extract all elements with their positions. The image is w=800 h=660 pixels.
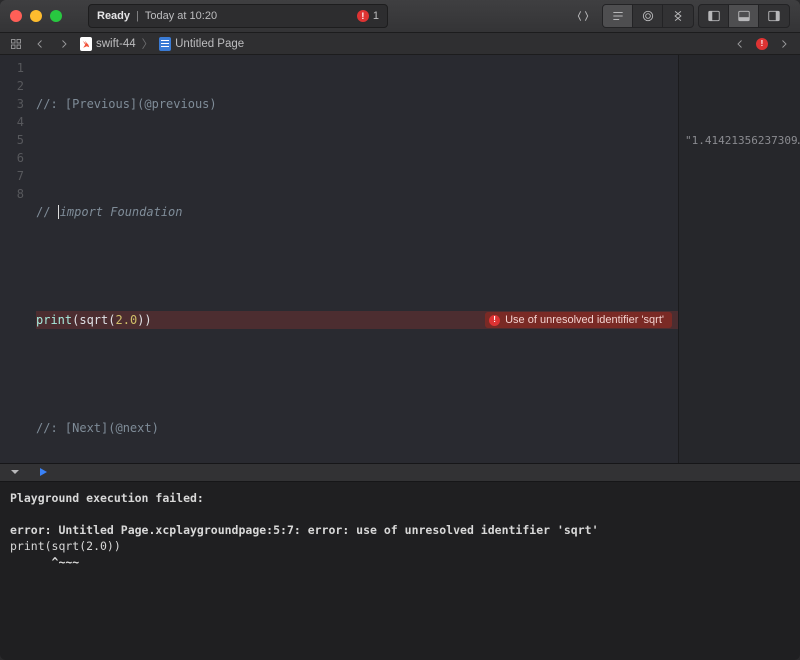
toolbar-right bbox=[568, 4, 790, 28]
status-error-count: 1 bbox=[373, 10, 379, 22]
toggle-debug-area-button[interactable] bbox=[729, 5, 759, 27]
minimize-window-button[interactable] bbox=[30, 10, 42, 22]
breadcrumb-project[interactable]: swift-44 bbox=[78, 37, 138, 51]
jump-bar: swift-44 〉 Untitled Page ! bbox=[0, 33, 800, 56]
prev-issue-button[interactable] bbox=[730, 35, 750, 53]
gutter-line: 2 bbox=[0, 77, 24, 95]
nav-back-button[interactable] bbox=[30, 35, 50, 53]
console-line: ^~~~ bbox=[10, 555, 79, 569]
xcode-window: Ready | Today at 10:20 ! 1 bbox=[0, 0, 800, 660]
panel-toggle-segmented bbox=[698, 4, 790, 28]
code-text: 2.0 bbox=[116, 311, 138, 329]
issue-indicator-icon[interactable]: ! bbox=[756, 38, 768, 50]
code-text: ( bbox=[72, 311, 79, 329]
nav-forward-button[interactable] bbox=[54, 35, 74, 53]
jump-bar-right: ! bbox=[730, 35, 794, 53]
gutter-line: 8 bbox=[0, 185, 24, 203]
code-text: // bbox=[36, 203, 58, 221]
breadcrumb-page[interactable]: Untitled Page bbox=[157, 37, 246, 51]
gutter-line: 4 bbox=[0, 113, 24, 131]
assistant-editor-button[interactable] bbox=[633, 5, 663, 27]
code-text: sqrt bbox=[79, 311, 108, 329]
gutter-line: 1 bbox=[0, 59, 24, 77]
inline-error-text: Use of unresolved identifier 'sqrt' bbox=[505, 311, 664, 329]
code-line-error[interactable]: print(sqrt(2.0)) ! Use of unresolved ide… bbox=[36, 311, 678, 329]
gutter-line: 7 bbox=[0, 167, 24, 185]
toggle-debug-dropdown[interactable] bbox=[6, 464, 24, 480]
breadcrumb-project-label: swift-44 bbox=[96, 38, 136, 50]
code-text: ( bbox=[108, 311, 115, 329]
code-text: //: [Next](@next) bbox=[36, 419, 159, 437]
gutter-line: 3 bbox=[0, 95, 24, 113]
result-value: "1.41421356237309… bbox=[685, 134, 800, 147]
code-snippets-button[interactable] bbox=[568, 5, 598, 27]
editor-mode-segmented bbox=[602, 4, 694, 28]
related-items-button[interactable] bbox=[6, 35, 26, 53]
console-line: print(sqrt(2.0)) bbox=[10, 539, 121, 553]
activity-status[interactable]: Ready | Today at 10:20 ! 1 bbox=[88, 4, 388, 28]
error-icon: ! bbox=[489, 315, 500, 326]
breadcrumb-separator: 〉 bbox=[142, 36, 154, 52]
gutter-line: 6 bbox=[0, 149, 24, 167]
page-file-icon bbox=[159, 37, 171, 51]
toggle-inspector-button[interactable] bbox=[759, 5, 789, 27]
zoom-window-button[interactable] bbox=[50, 10, 62, 22]
line-gutter: 1 2 3 4 5 6 7 8 bbox=[0, 55, 30, 462]
swift-file-icon bbox=[80, 37, 92, 51]
code-text: import Foundation bbox=[60, 203, 183, 221]
titlebar: Ready | Today at 10:20 ! 1 bbox=[0, 0, 800, 33]
status-ready-label: Ready bbox=[97, 10, 130, 22]
status-separator: | bbox=[136, 10, 139, 22]
text-cursor bbox=[58, 205, 59, 219]
code-text: //: [Previous](@previous) bbox=[36, 95, 217, 113]
source-editor[interactable]: 1 2 3 4 5 6 7 8 //: [Previous](@previous… bbox=[0, 55, 678, 462]
gutter-line: 5 bbox=[0, 131, 24, 149]
code-text: )) bbox=[137, 311, 151, 329]
inline-error-badge[interactable]: ! Use of unresolved identifier 'sqrt' bbox=[485, 312, 672, 328]
toggle-navigator-button[interactable] bbox=[699, 5, 729, 27]
window-controls bbox=[10, 10, 62, 22]
editor-area: 1 2 3 4 5 6 7 8 //: [Previous](@previous… bbox=[0, 55, 800, 462]
close-window-button[interactable] bbox=[10, 10, 22, 22]
code-content[interactable]: //: [Previous](@previous) // import Foun… bbox=[30, 55, 678, 462]
version-editor-button[interactable] bbox=[663, 5, 693, 27]
status-error-badge[interactable]: ! 1 bbox=[357, 10, 379, 22]
result-row[interactable]: "1.41421356237309… bbox=[679, 131, 800, 149]
jump-bar-left: swift-44 〉 Untitled Page bbox=[6, 35, 246, 53]
error-icon: ! bbox=[357, 10, 369, 22]
code-text: print bbox=[36, 311, 72, 329]
results-sidebar: "1.41421356237309… bbox=[678, 55, 800, 462]
status-time-label: Today at 10:20 bbox=[145, 10, 217, 22]
next-issue-button[interactable] bbox=[774, 35, 794, 53]
standard-editor-button[interactable] bbox=[603, 5, 633, 27]
breadcrumb-page-label: Untitled Page bbox=[175, 38, 244, 50]
